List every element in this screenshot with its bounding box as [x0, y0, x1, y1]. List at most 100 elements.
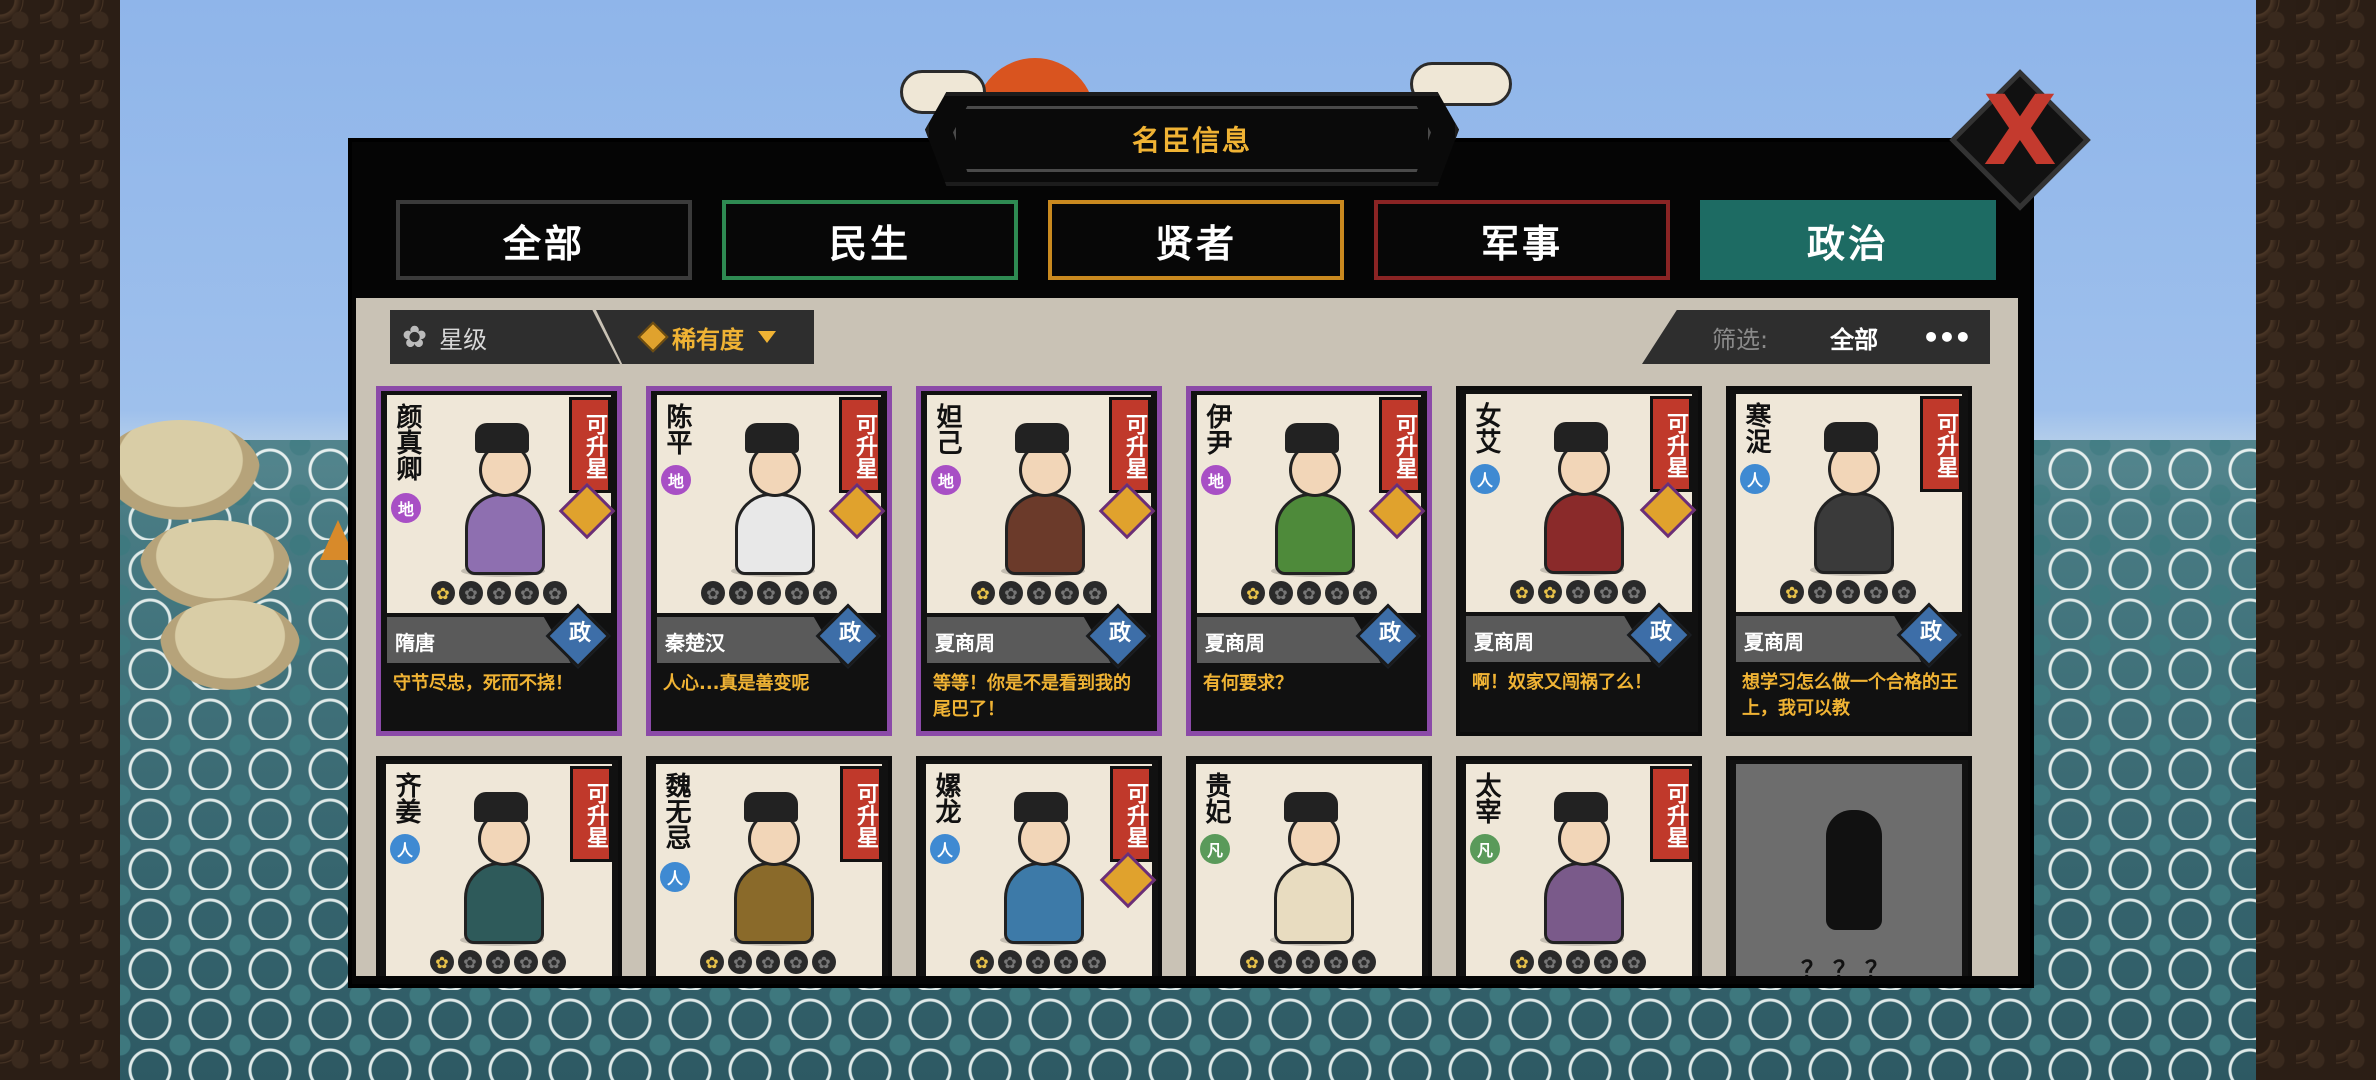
portrait-body — [734, 862, 814, 944]
upgrade-badge: 可升星 — [839, 397, 881, 493]
portrait-hat — [1284, 792, 1338, 822]
chevron-down-icon — [758, 331, 776, 343]
star-icon: ✿ — [1622, 580, 1646, 604]
minister-quote: 有何要求？ — [1203, 673, 1293, 694]
panel-title: 名臣信息 — [1131, 124, 1252, 157]
portrait-body — [735, 493, 815, 575]
tab-livelihood-label: 民生 — [828, 221, 911, 266]
star-icon: ✿ — [728, 950, 752, 974]
minister-portrait — [1796, 420, 1906, 580]
minister-card[interactable]: 嫘龙人可升星 ✿ ✿ ✿ ✿ ✿ — [916, 756, 1162, 976]
star-icon: ✿ — [785, 581, 809, 605]
minister-card[interactable]: 陈平地可升星 ✿ ✿ ✿ ✿ ✿ 秦楚汉政人心...真是善变呢 — [646, 386, 892, 736]
minister-name: 齐姜 — [391, 772, 421, 824]
minister-name: 颜真卿 — [392, 403, 422, 481]
close-icon: X — [1982, 75, 2057, 187]
minister-card[interactable]: 寒浞人可升星 ✿ ✿ ✿ ✿ ✿ 夏商周政想学习怎么做一个合格的王上，我可以教 — [1726, 386, 1972, 736]
star-icon: ✿ — [1566, 580, 1590, 604]
portrait-hat — [745, 423, 799, 453]
portrait-body — [464, 862, 544, 944]
star-icon: ✿ — [999, 581, 1023, 605]
rarity-sort-button[interactable]: 稀有度 — [596, 310, 814, 364]
minister-quote: 啊！奴家又闯祸了么！ — [1472, 672, 1652, 693]
office-label: 政 — [1649, 620, 1672, 645]
grade-badge: 凡 — [1470, 834, 1500, 864]
portrait-hat — [474, 792, 528, 822]
minister-card[interactable]: 太宰凡可升星 ✿ ✿ ✿ ✿ ✿ — [1456, 756, 1702, 976]
era-label: 夏商周 — [1744, 630, 1804, 654]
star-icon: ✿ — [459, 581, 483, 605]
tab-all[interactable]: 全部 — [396, 200, 692, 280]
portrait-hat — [744, 792, 798, 822]
screen-filter-dropdown[interactable]: 筛选: 全部 ••• — [1642, 310, 1990, 364]
grade-badge: 人 — [390, 834, 420, 864]
silhouette-icon — [1826, 810, 1882, 930]
office-label: 政 — [838, 621, 861, 646]
star-sort-button[interactable]: ✿ 星级 — [390, 310, 620, 364]
minister-card[interactable]: 女艾人可升星 ✿ ✿ ✿ ✿ ✿ 夏商周政啊！奴家又闯祸了么！ — [1456, 386, 1702, 736]
minister-portrait — [1256, 790, 1366, 950]
star-icon: ✿ — [1892, 580, 1916, 604]
tab-livelihood[interactable]: 民生 — [722, 200, 1018, 280]
minister-card[interactable]: 伊尹地可升星 ✿ ✿ ✿ ✿ ✿ 夏商周政有何要求？ — [1186, 386, 1432, 736]
minister-portrait — [987, 421, 1097, 581]
locked-minister-card[interactable]: ？？？ — [1726, 756, 1972, 976]
minister-name: 寒浞 — [1741, 402, 1771, 454]
star-rating: ✿ ✿ ✿ ✿ ✿ — [700, 950, 836, 974]
grade-badge: 人 — [660, 862, 690, 892]
minister-portrait — [446, 790, 556, 950]
portrait-body — [1544, 862, 1624, 944]
close-button[interactable]: X — [1948, 69, 2091, 211]
star-icon: ✿ — [1510, 580, 1534, 604]
minister-card[interactable]: 颜真卿地可升星 ✿ ✿ ✿ ✿ ✿ 隋唐政守节尽忠，死而不挠！ — [376, 386, 622, 736]
star-icon: ✿ — [1836, 580, 1860, 604]
portrait-hat — [1285, 423, 1339, 453]
portrait-hat — [1554, 792, 1608, 822]
portrait-body — [1275, 493, 1355, 575]
star-rating: ✿ ✿ ✿ ✿ ✿ — [1241, 581, 1377, 605]
star-icon: ✿ — [1082, 950, 1106, 974]
star-icon: ✿ — [813, 581, 837, 605]
screen-filter-value: 全部 — [1830, 325, 1879, 354]
office-label: 政 — [1378, 621, 1401, 646]
tab-politics[interactable]: 政治 — [1700, 200, 1996, 280]
minister-quote: 人心...真是善变呢 — [663, 673, 810, 694]
portrait-body — [1544, 492, 1624, 574]
minister-portrait — [1526, 420, 1636, 580]
minister-card[interactable]: 齐姜人可升星 ✿ ✿ ✿ ✿ ✿ — [376, 756, 622, 976]
star-icon: ✿ — [1269, 581, 1293, 605]
star-icon: ✿ — [514, 950, 538, 974]
portrait-hat — [1554, 422, 1608, 452]
portrait-hat — [1014, 792, 1068, 822]
minister-name: 魏无忌 — [661, 772, 691, 850]
star-icon: ✿ — [1594, 580, 1618, 604]
era-label: 夏商周 — [1205, 631, 1265, 655]
minister-card[interactable]: 妲己地可升星 ✿ ✿ ✿ ✿ ✿ 夏商周政等等！你是不是看到我的尾巴了！ — [916, 386, 1162, 736]
minister-name: 嫘龙 — [931, 772, 961, 824]
star-icon: ✿ — [1027, 581, 1051, 605]
star-rating: ✿ ✿ ✿ ✿ ✿ — [701, 581, 837, 605]
grade-badge: 人 — [1740, 464, 1770, 494]
minister-portrait — [447, 421, 557, 581]
upgrade-badge: 可升星 — [1650, 396, 1692, 492]
tab-sage[interactable]: 贤者 — [1048, 200, 1344, 280]
right-border-pattern — [2256, 0, 2376, 1080]
filter-bar: ✿ 星级 稀有度 筛选: 全部 ••• — [356, 298, 2018, 370]
star-icon: ✿ — [784, 950, 808, 974]
star-icon: ✿ — [1510, 950, 1534, 974]
star-sort-label: 星级 — [439, 325, 488, 354]
minister-name: 女艾 — [1471, 402, 1501, 454]
minister-quote: 等等！你是不是看到我的尾巴了！ — [933, 673, 1131, 720]
star-icon: ✿ — [542, 950, 566, 974]
minister-card[interactable]: 贵妃凡 ✿ ✿ ✿ ✿ ✿ — [1186, 756, 1432, 976]
rarity-sort-label: 稀有度 — [672, 325, 744, 354]
upgrade-badge: 可升星 — [1379, 397, 1421, 493]
star-icon: ✿ — [1566, 950, 1590, 974]
portrait-body — [1005, 493, 1085, 575]
tab-military[interactable]: 军事 — [1374, 200, 1670, 280]
star-icon: ✿ — [543, 581, 567, 605]
more-options-icon[interactable]: ••• — [1922, 321, 1972, 354]
tab-politics-label: 政治 — [1806, 221, 1889, 266]
star-rating: ✿ ✿ ✿ ✿ ✿ — [1510, 580, 1646, 604]
minister-card[interactable]: 魏无忌人可升星 ✿ ✿ ✿ ✿ ✿ — [646, 756, 892, 976]
